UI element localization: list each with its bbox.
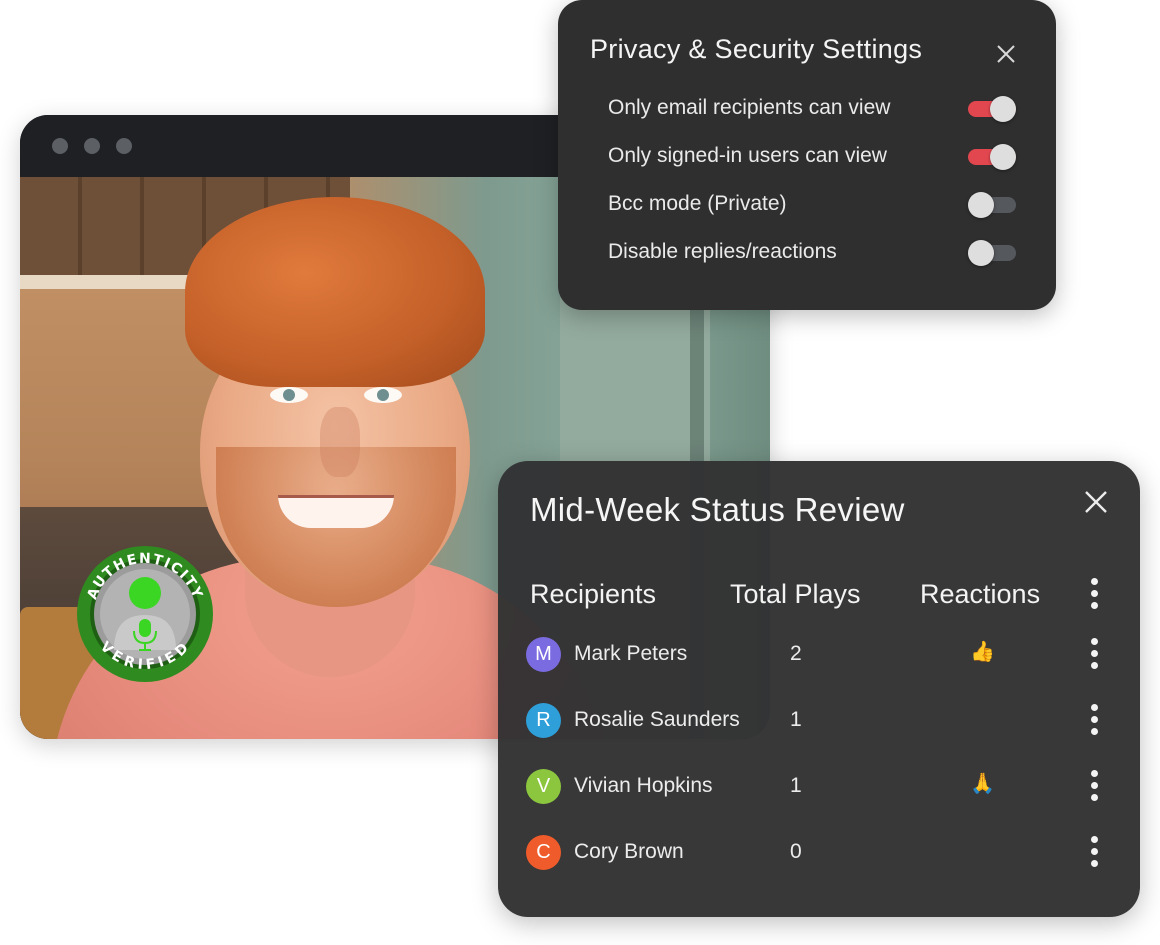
total-plays-value: 2 bbox=[790, 642, 802, 665]
privacy-panel-title: Privacy & Security Settings bbox=[590, 34, 923, 64]
window-minimize-dot[interactable] bbox=[84, 138, 100, 154]
row-more-options-button[interactable] bbox=[1088, 768, 1100, 804]
reaction-emoji: 👍 bbox=[970, 639, 995, 663]
recipient-name: Rosalie Saunders bbox=[574, 708, 740, 731]
toggle-knob bbox=[968, 240, 994, 266]
privacy-setting-label: Disable replies/reactions bbox=[608, 240, 837, 263]
recipient-row[interactable]: V Vivian Hopkins 1 🙏 bbox=[526, 767, 1116, 807]
recipient-name: Mark Peters bbox=[574, 642, 688, 665]
person-right-eye bbox=[364, 387, 402, 403]
privacy-setting-row: Only signed-in users can view bbox=[608, 142, 1018, 174]
authenticity-verified-badge: AUTHENTICITY VERIFIED bbox=[77, 546, 213, 682]
person-left-eye bbox=[270, 387, 308, 403]
privacy-setting-label: Only email recipients can view bbox=[608, 96, 891, 119]
column-header-total-plays[interactable]: Total Plays bbox=[730, 579, 861, 610]
review-panel-title: Mid-Week Status Review bbox=[530, 491, 905, 528]
reaction-emoji: 🙏 bbox=[970, 771, 995, 795]
close-icon bbox=[1085, 491, 1107, 513]
avatar: V bbox=[526, 769, 561, 804]
total-plays-value: 1 bbox=[790, 708, 802, 731]
privacy-settings-panel: Privacy & Security Settings Only email r… bbox=[558, 0, 1056, 310]
privacy-setting-toggle[interactable] bbox=[968, 238, 1018, 266]
column-header-recipients[interactable]: Recipients bbox=[530, 579, 656, 610]
toggle-knob bbox=[990, 144, 1016, 170]
status-review-panel: Mid-Week Status Review Recipients Total … bbox=[498, 461, 1140, 917]
row-more-options-button[interactable] bbox=[1088, 636, 1100, 672]
toggle-knob bbox=[990, 96, 1016, 122]
badge-person-head-icon bbox=[129, 577, 161, 609]
privacy-close-button[interactable] bbox=[996, 44, 1016, 64]
column-header-reactions[interactable]: Reactions bbox=[920, 579, 1040, 610]
person-mouth bbox=[278, 495, 394, 528]
person-hair bbox=[185, 197, 485, 387]
recipient-row[interactable]: M Mark Peters 2 👍 bbox=[526, 635, 1116, 675]
avatar: R bbox=[526, 703, 561, 738]
privacy-setting-label: Bcc mode (Private) bbox=[608, 192, 787, 215]
row-more-options-button[interactable] bbox=[1088, 834, 1100, 870]
recipient-row[interactable]: R Rosalie Saunders 1 bbox=[526, 701, 1116, 741]
person-nose bbox=[320, 407, 360, 477]
privacy-setting-toggle[interactable] bbox=[968, 190, 1018, 218]
close-icon bbox=[997, 45, 1015, 63]
privacy-setting-label: Only signed-in users can view bbox=[608, 144, 887, 167]
privacy-setting-row: Only email recipients can view bbox=[608, 94, 1018, 126]
privacy-setting-toggle[interactable] bbox=[968, 94, 1018, 122]
total-plays-value: 1 bbox=[790, 774, 802, 797]
total-plays-value: 0 bbox=[790, 840, 802, 863]
toggle-knob bbox=[968, 192, 994, 218]
privacy-setting-row: Bcc mode (Private) bbox=[608, 190, 1018, 222]
avatar: C bbox=[526, 835, 561, 870]
privacy-setting-row: Disable replies/reactions bbox=[608, 238, 1018, 270]
recipient-name: Cory Brown bbox=[574, 840, 684, 863]
row-more-options-button[interactable] bbox=[1088, 702, 1100, 738]
window-close-dot[interactable] bbox=[52, 138, 68, 154]
header-more-options-button[interactable] bbox=[1088, 576, 1100, 612]
recipient-name: Vivian Hopkins bbox=[574, 774, 713, 797]
avatar: M bbox=[526, 637, 561, 672]
privacy-setting-toggle[interactable] bbox=[968, 142, 1018, 170]
window-maximize-dot[interactable] bbox=[116, 138, 132, 154]
review-close-button[interactable] bbox=[1084, 490, 1108, 514]
recipient-row[interactable]: C Cory Brown 0 bbox=[526, 833, 1116, 873]
